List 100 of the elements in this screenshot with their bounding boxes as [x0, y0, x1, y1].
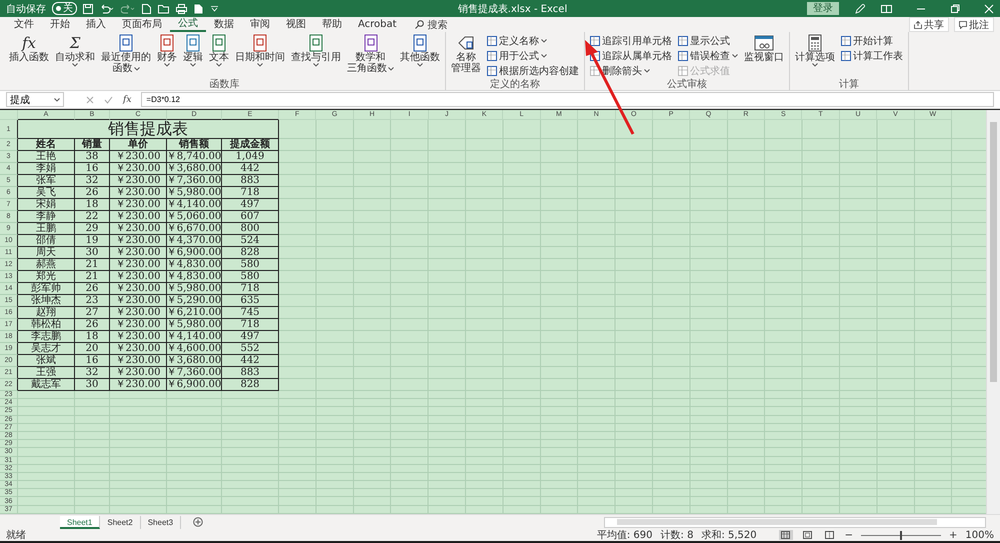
header-cell: 销量 — [75, 139, 110, 151]
header-cell: 提成金额 — [222, 139, 279, 151]
pen-icon[interactable] — [855, 4, 865, 14]
table-cell: ￥230.00 — [110, 163, 167, 175]
close-icon[interactable] — [984, 4, 994, 14]
ribbon-button[interactable]: 计算选项 — [793, 34, 837, 67]
ribbon-button[interactable]: 删除箭头 — [590, 64, 672, 78]
ribbon-tab[interactable]: 页面布局 — [114, 17, 170, 32]
formula-field[interactable]: =D3*0.12 — [141, 92, 994, 107]
folder-icon[interactable] — [158, 4, 169, 14]
table-cell: ￥5,980.00 — [167, 187, 222, 199]
ribbon-button[interactable]: 计算工作表 — [841, 49, 903, 63]
ribbon-button[interactable]: 逻辑 — [181, 34, 205, 67]
table-cell: 26 — [75, 283, 110, 295]
ribbon-button[interactable]: 数学和 三角函数 — [345, 34, 396, 74]
view-button[interactable] — [822, 530, 837, 540]
ribbon-button[interactable]: 名称 管理器 — [449, 34, 483, 74]
ribbon-tab[interactable]: 插入 — [78, 17, 114, 32]
table-cell: 吴飞 — [18, 187, 75, 199]
table-cell: 21 — [75, 259, 110, 271]
table-cell: 彭军帅 — [18, 283, 75, 295]
name-box[interactable]: 提成 — [6, 92, 64, 107]
view-button[interactable] — [800, 530, 815, 540]
add-sheet-icon[interactable] — [193, 517, 204, 527]
zoom-out-button[interactable]: − — [844, 530, 854, 540]
table-cell: ￥3,680.00 — [167, 355, 222, 367]
table-cell: ￥230.00 — [110, 175, 167, 187]
book-icon — [253, 34, 267, 52]
table-cell: 718 — [222, 319, 279, 331]
ribbon-button[interactable]: Σ 自动求和 — [53, 34, 97, 67]
table-cell: ￥5,060.00 — [167, 211, 222, 223]
ribbon-button[interactable]: 查找与引用 — [289, 34, 343, 67]
ribbon-button[interactable]: 最近使用的 函数 — [99, 34, 153, 74]
horizontal-scrollbar[interactable] — [604, 516, 986, 528]
ribbon-button[interactable]: 文本 — [207, 34, 231, 67]
ribbon-tab[interactable]: 帮助 — [314, 17, 350, 32]
ribbon-tab[interactable]: 审阅 — [242, 17, 278, 32]
header-cell: 单价 — [110, 139, 167, 151]
ribbon-button[interactable]: 根据所选内容创建 — [487, 64, 579, 78]
restore-icon[interactable] — [950, 4, 960, 14]
page-break-icon — [825, 531, 834, 539]
insert-function-button[interactable]: fx — [123, 94, 132, 104]
table-cell: ￥6,210.00 — [167, 307, 222, 319]
table-cell: 442 — [222, 163, 279, 175]
calculator-icon — [808, 34, 822, 52]
window-icon — [754, 34, 774, 52]
ribbon-tab[interactable]: 数据 — [206, 17, 242, 32]
share-button[interactable]: 共享 — [909, 17, 949, 32]
window-title: 销售提成表.xlsx - Excel — [456, 2, 568, 16]
ribbon-button[interactable]: 监视窗口 — [742, 34, 786, 63]
zoom-in-button[interactable]: + — [949, 530, 958, 540]
table-cell: 郝燕 — [18, 259, 75, 271]
table-cell: 李志鹏 — [18, 331, 75, 343]
ribbon-tab[interactable]: 开始 — [42, 17, 78, 32]
ribbon-display-icon[interactable] — [881, 4, 892, 12]
comments-button[interactable]: 批注 — [954, 17, 994, 32]
ribbon-button[interactable]: fx 插入函数 — [7, 34, 51, 63]
ribbon-button[interactable]: 其他函数 — [398, 34, 442, 67]
zoom-level[interactable]: 100% — [965, 530, 994, 540]
header-cell: 销售额 — [167, 139, 222, 151]
redo-icon[interactable] — [121, 4, 135, 14]
ribbon-button[interactable]: 定义名称 — [487, 34, 579, 48]
table-cell: ￥4,830.00 — [167, 271, 222, 283]
ribbon-button[interactable]: 日期和时间 — [233, 34, 287, 67]
ribbon-tab[interactable]: 文件 — [6, 17, 42, 32]
view-button[interactable] — [778, 530, 793, 540]
table-cell: 张斌 — [18, 355, 75, 367]
ribbon-button[interactable]: 显示公式 — [678, 34, 738, 48]
ribbon-tab[interactable]: 视图 — [278, 17, 314, 32]
undo-icon[interactable] — [100, 4, 114, 14]
new-file-icon[interactable] — [142, 4, 151, 14]
sheet-tab[interactable]: Sheet1 — [60, 516, 100, 528]
ribbon-button[interactable]: 财务 — [155, 34, 179, 67]
group-label: 定义的名称 — [489, 79, 541, 90]
function-icon: Σ — [70, 34, 80, 52]
customize-icon[interactable] — [211, 6, 218, 12]
table-cell: 18 — [75, 331, 110, 343]
sheet-icon — [678, 51, 688, 61]
table-cell: 607 — [222, 211, 279, 223]
search-field[interactable]: 搜索 — [404, 18, 458, 32]
ribbon-tab[interactable]: Acrobat — [350, 17, 405, 32]
save-icon[interactable] — [83, 4, 93, 14]
document-icon[interactable] — [194, 4, 204, 14]
ribbon-button[interactable]: 追踪引用单元格 — [590, 34, 672, 48]
table-cell: 30 — [75, 379, 110, 391]
printer-icon[interactable] — [176, 4, 187, 14]
check-icon[interactable] — [104, 96, 113, 104]
page-layout-icon — [803, 531, 812, 539]
table-cell: ￥230.00 — [110, 271, 167, 283]
table-cell: 李静 — [18, 211, 75, 223]
autosave-toggle[interactable]: 关 — [52, 2, 77, 15]
sign-in-button[interactable]: 登录 — [807, 2, 839, 15]
vertical-scrollbar[interactable] — [986, 110, 1000, 514]
table-cell: ￥7,360.00 — [167, 175, 222, 187]
table-cell: 21 — [75, 271, 110, 283]
ribbon-button[interactable]: 开始计算 — [841, 34, 903, 48]
ribbon-button[interactable]: 错误检查 — [678, 49, 738, 63]
ribbon-button[interactable]: 追踪从属单元格 — [590, 49, 672, 63]
count-value: 计数: 8 — [660, 528, 694, 542]
ribbon-button[interactable]: 用于公式 — [487, 49, 579, 63]
